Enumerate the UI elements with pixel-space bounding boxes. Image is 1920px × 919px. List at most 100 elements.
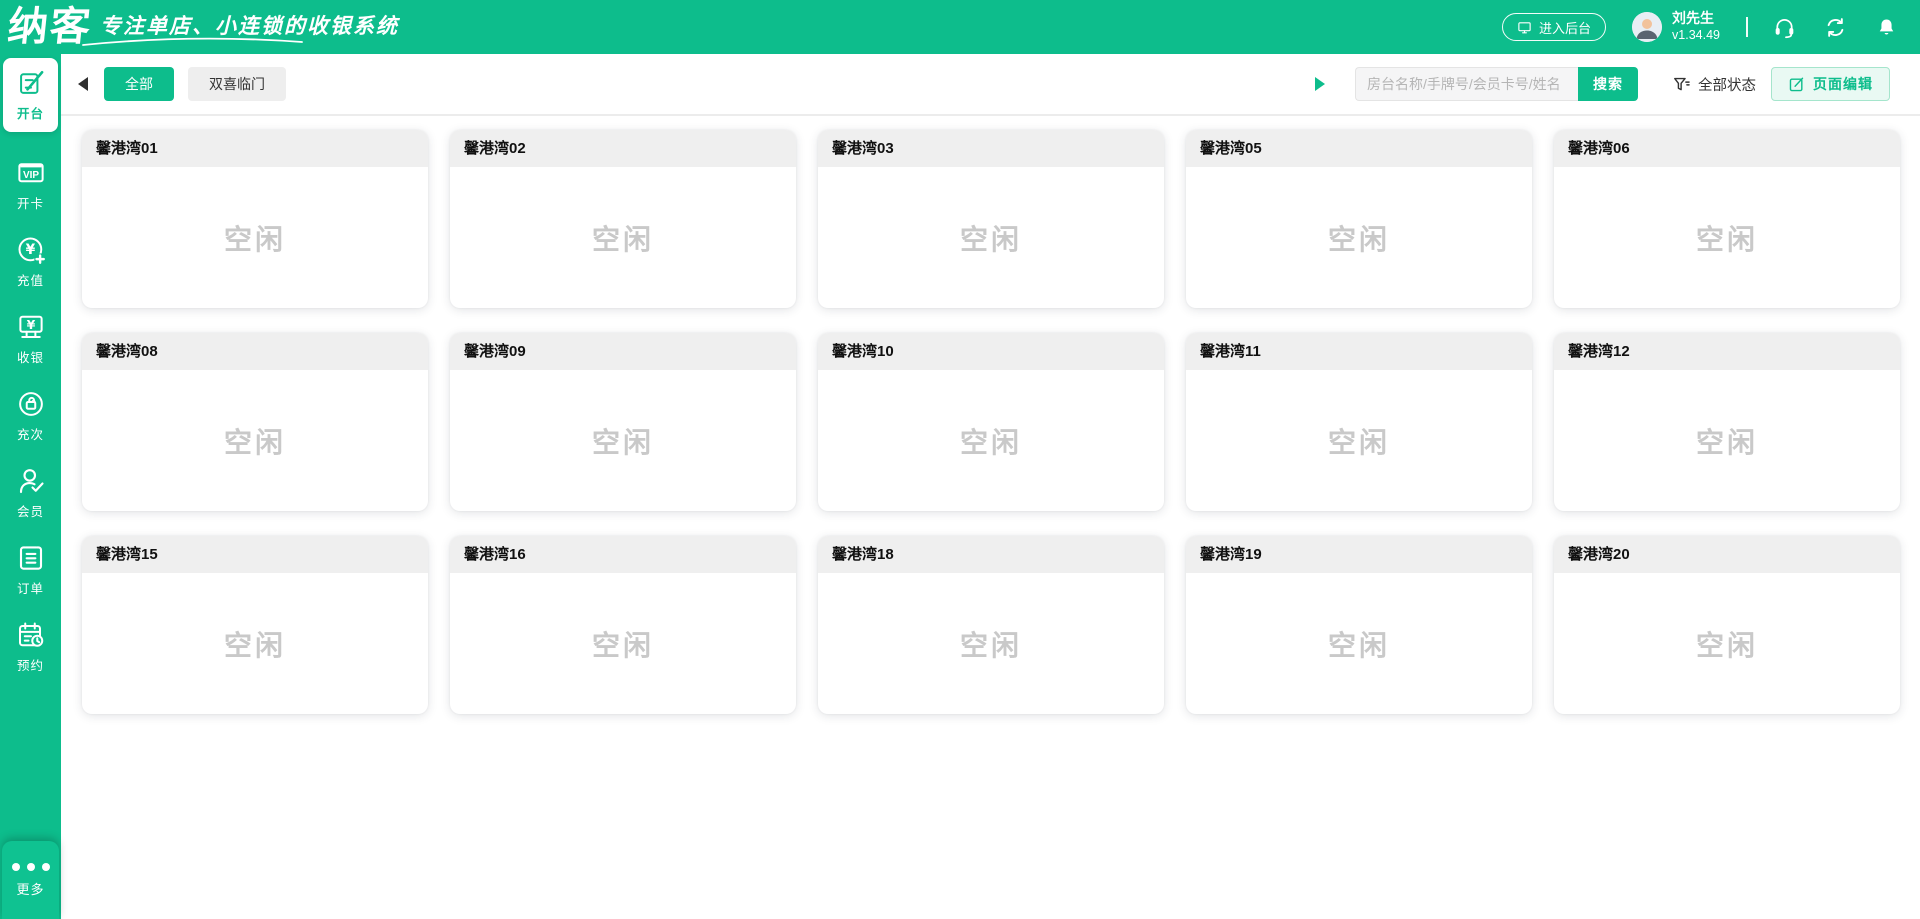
room-card[interactable]: 馨港湾01 空闲	[82, 130, 428, 308]
room-status: 空闲	[223, 426, 286, 458]
status-filter[interactable]: 全部状态	[1672, 74, 1756, 95]
room-status: 空闲	[1327, 629, 1390, 661]
room-name: 馨港湾10	[818, 333, 1164, 370]
tab-all[interactable]: 全部	[104, 67, 174, 101]
sidebar-item-label: 订单	[16, 581, 44, 596]
room-card-body: 空闲	[82, 167, 428, 308]
room-card[interactable]: 馨港湾10 空闲	[818, 333, 1164, 511]
monitor-icon	[1517, 20, 1532, 35]
member-check-icon	[16, 466, 46, 496]
room-name: 馨港湾05	[1186, 130, 1532, 167]
sidebar-nav: 开台 VIP 开卡 ¥ 充值 ¥ 收银 充次 会员 订单 预约 更多	[0, 54, 61, 919]
room-status: 空闲	[591, 629, 654, 661]
app-version: v1.34.49	[1672, 27, 1720, 42]
room-card-body: 空闲	[1186, 573, 1532, 714]
sidebar-item-orders[interactable]: 订单	[0, 531, 61, 608]
slogan-underline-swoosh	[82, 37, 303, 46]
user-info[interactable]: 刘先生 v1.34.49	[1672, 10, 1720, 43]
reservation-calendar-clock-icon	[16, 620, 46, 650]
header-right: 进入后台 刘先生 v1.34.49	[1502, 10, 1920, 43]
room-name: 馨港湾09	[450, 333, 796, 370]
sync-icon[interactable]	[1823, 15, 1847, 39]
room-card[interactable]: 馨港湾20 空闲	[1554, 536, 1900, 714]
room-status: 空闲	[959, 629, 1022, 661]
room-status: 空闲	[1327, 223, 1390, 255]
sidebar-item-label: 预约	[16, 658, 44, 673]
search-input[interactable]	[1355, 67, 1578, 101]
room-name: 馨港湾06	[1554, 130, 1900, 167]
room-name: 馨港湾15	[82, 536, 428, 573]
brand-slogan: 专注单店、小连锁的收银系统	[82, 10, 399, 46]
sidebar-item-label: 开台	[16, 107, 44, 121]
room-status: 空闲	[959, 223, 1022, 255]
main-content: 全部 双喜临门 搜索 全部状态 页面编辑	[61, 54, 1920, 919]
area-tabs: 全部 双喜临门	[104, 67, 1315, 101]
sidebar-item-cashier[interactable]: ¥ 收银	[0, 300, 61, 377]
room-card[interactable]: 馨港湾19 空闲	[1186, 536, 1532, 714]
toolbar: 全部 双喜临门 搜索 全部状态 页面编辑	[61, 54, 1920, 116]
room-name: 馨港湾20	[1554, 536, 1900, 573]
room-card[interactable]: 馨港湾11 空闲	[1186, 333, 1532, 511]
room-status: 空闲	[1695, 426, 1758, 458]
room-card-body: 空闲	[450, 167, 796, 308]
page-edit-button[interactable]: 页面编辑	[1771, 67, 1890, 101]
recharge-yen-plus-icon: ¥	[16, 235, 46, 265]
room-card[interactable]: 馨港湾05 空闲	[1186, 130, 1532, 308]
room-name: 馨港湾16	[450, 536, 796, 573]
room-name: 馨港湾18	[818, 536, 1164, 573]
sidebar-item-label: 充次	[16, 427, 44, 442]
tabs-scroll-right-icon[interactable]	[1315, 77, 1325, 91]
room-card[interactable]: 馨港湾02 空闲	[450, 130, 796, 308]
open-table-edit-icon	[16, 68, 46, 98]
room-status: 空闲	[1327, 426, 1390, 458]
room-card[interactable]: 馨港湾15 空闲	[82, 536, 428, 714]
room-name: 馨港湾08	[82, 333, 428, 370]
vip-card-icon: VIP	[16, 158, 46, 188]
status-filter-label: 全部状态	[1698, 77, 1756, 94]
sidebar-item-reservations[interactable]: 预约	[0, 608, 61, 685]
sidebar-item-open-table[interactable]: 开台	[3, 58, 58, 132]
tabs-scroll-left-icon[interactable]	[78, 77, 88, 91]
ellipsis-icon	[11, 862, 50, 871]
room-card[interactable]: 馨港湾08 空闲	[82, 333, 428, 511]
sidebar-item-members[interactable]: 会员	[0, 454, 61, 531]
bell-notification-icon[interactable]	[1874, 15, 1898, 39]
room-card-body: 空闲	[1186, 370, 1532, 511]
room-name: 馨港湾11	[1186, 333, 1532, 370]
sidebar-item-label: 会员	[16, 504, 44, 519]
room-status: 空闲	[591, 223, 654, 255]
tab-shuangxilinmen[interactable]: 双喜临门	[188, 67, 286, 101]
sidebar-item-recharge-times[interactable]: 充次	[0, 377, 61, 454]
room-card[interactable]: 馨港湾06 空闲	[1554, 130, 1900, 308]
filter-funnel-icon	[1672, 75, 1691, 94]
sidebar-item-recharge[interactable]: ¥ 充值	[0, 223, 61, 300]
brand-logo: 纳客 专注单店、小连锁的收银系统	[0, 0, 399, 54]
room-status: 空闲	[1695, 223, 1758, 255]
room-card-body: 空闲	[818, 167, 1164, 308]
room-name: 馨港湾02	[450, 130, 796, 167]
room-card-body: 空闲	[1186, 167, 1532, 308]
app-header: 纳客 专注单店、小连锁的收银系统 进入后台 刘先生 v1.34.49	[0, 0, 1920, 54]
room-card-body: 空闲	[1554, 167, 1900, 308]
search-group: 搜索	[1355, 67, 1638, 101]
room-card-body: 空闲	[1554, 573, 1900, 714]
room-card-body: 空闲	[450, 370, 796, 511]
room-card-body: 空闲	[1554, 370, 1900, 511]
headset-support-icon[interactable]	[1772, 15, 1796, 39]
room-card-body: 空闲	[82, 573, 428, 714]
search-button[interactable]: 搜索	[1578, 67, 1638, 101]
room-card[interactable]: 馨港湾09 空闲	[450, 333, 796, 511]
room-card[interactable]: 馨港湾03 空闲	[818, 130, 1164, 308]
sidebar-item-open-card[interactable]: VIP 开卡	[0, 146, 61, 223]
room-status: 空闲	[223, 629, 286, 661]
room-card[interactable]: 馨港湾18 空闲	[818, 536, 1164, 714]
sidebar-more-button[interactable]: 更多	[2, 841, 59, 919]
avatar[interactable]	[1632, 12, 1663, 42]
room-status: 空闲	[591, 426, 654, 458]
user-name: 刘先生	[1672, 10, 1715, 27]
enter-backstage-button[interactable]: 进入后台	[1502, 13, 1607, 41]
header-divider	[1746, 17, 1748, 37]
room-card[interactable]: 馨港湾12 空闲	[1554, 333, 1900, 511]
orders-clipboard-icon	[16, 543, 46, 573]
room-card[interactable]: 馨港湾16 空闲	[450, 536, 796, 714]
